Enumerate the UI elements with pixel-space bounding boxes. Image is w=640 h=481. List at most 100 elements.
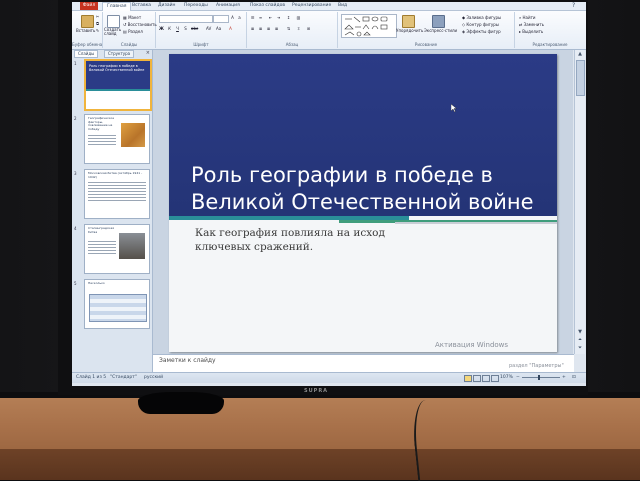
- tab-slideshow[interactable]: Показ слайдов: [250, 3, 285, 8]
- font-color-button[interactable]: A: [228, 26, 233, 31]
- shadow-button[interactable]: S: [183, 26, 188, 31]
- monitor-brand-logo: SUPRA: [304, 388, 329, 394]
- numbering-icon[interactable]: ≡: [258, 15, 263, 20]
- reading-view-icon[interactable]: [482, 375, 490, 382]
- next-slide-icon[interactable]: ⏷: [576, 344, 584, 352]
- scroll-down-icon[interactable]: ▼: [576, 328, 584, 336]
- slideshow-view-icon[interactable]: [491, 375, 499, 382]
- thumbnail-title: Несколько: [88, 281, 105, 285]
- tab-review[interactable]: Рецензирование: [292, 3, 331, 8]
- status-zoom[interactable]: 107%: [500, 375, 513, 380]
- slide-editing-area: Роль географии в победе в Великой Отечес…: [153, 50, 573, 354]
- tab-view[interactable]: Вид: [338, 3, 347, 8]
- case-button[interactable]: Aa: [216, 26, 221, 31]
- status-slide-info: Слайд 1 из 5: [76, 375, 107, 380]
- slide-title[interactable]: Роль географии в победе в Великой Отечес…: [191, 162, 551, 216]
- shapes-gallery[interactable]: [341, 14, 397, 38]
- slide-subtitle[interactable]: Как география повлияла на исход ключевых…: [195, 226, 395, 254]
- slide-thumbnail-1[interactable]: 1 Роль географии в победе в Великой Отеч…: [74, 59, 152, 111]
- text-direction-icon[interactable]: ⇅: [286, 26, 291, 31]
- underline-button[interactable]: Ч: [175, 26, 180, 31]
- thumbnail-frame: Несколько: [84, 279, 150, 329]
- spacing-button[interactable]: AV: [206, 26, 211, 31]
- current-slide[interactable]: Роль географии в победе в Великой Отечес…: [169, 54, 557, 352]
- scroll-thumb[interactable]: [576, 60, 585, 96]
- prev-slide-icon[interactable]: ⏶: [576, 336, 584, 344]
- arrange-icon[interactable]: [402, 15, 415, 28]
- align-center-icon[interactable]: ≣: [258, 26, 263, 31]
- italic-button[interactable]: К: [167, 26, 172, 31]
- tab-transitions[interactable]: Переходы: [184, 3, 208, 8]
- replace-label: Заменить: [523, 22, 545, 27]
- slide-sorter-icon[interactable]: [473, 375, 481, 382]
- slide-accent-band-grey: [395, 222, 557, 224]
- fit-to-window-icon[interactable]: ⊡: [572, 375, 576, 380]
- columns-icon[interactable]: ▥: [296, 15, 301, 20]
- notes-pane[interactable]: Заметки к слайду раздел "Параметры": [153, 354, 574, 373]
- activation-hint: раздел "Параметры": [509, 363, 564, 369]
- justify-icon[interactable]: ≣: [274, 26, 279, 31]
- find-button[interactable]: ⌕ Найти: [519, 15, 536, 20]
- windows-activation-watermark: Активация Windows: [435, 341, 509, 349]
- select-button[interactable]: ▸ Выделить: [519, 29, 543, 34]
- tab-design[interactable]: Дизайн: [158, 3, 175, 8]
- paste-button[interactable]: Вставить: [76, 28, 95, 33]
- vertical-scrollbar[interactable]: ▲ ▼ ⏶ ⏷: [574, 50, 585, 354]
- copy-icon[interactable]: ⧉: [95, 21, 100, 26]
- cut-icon[interactable]: ✂: [95, 14, 100, 19]
- grow-font-icon[interactable]: A: [230, 15, 235, 20]
- bold-button[interactable]: Ж: [159, 26, 164, 31]
- font-size-combo[interactable]: [213, 15, 229, 23]
- slide-thumbnail-5[interactable]: 5 Несколько: [74, 279, 150, 329]
- find-label: Найти: [522, 15, 536, 20]
- new-slide-button[interactable]: Создать слайд: [104, 28, 124, 36]
- zoom-slider-knob[interactable]: [538, 375, 540, 380]
- thumbnail-title: Роль географии в победе в Великой Отечес…: [89, 64, 145, 72]
- tab-insert[interactable]: Вставка: [132, 3, 151, 8]
- group-label-slides: Слайды: [120, 42, 138, 47]
- shape-effects-label: Эффекты фигур: [466, 29, 501, 34]
- line-spacing-icon[interactable]: ↕: [286, 15, 291, 20]
- paste-icon[interactable]: [81, 15, 94, 28]
- align-text-icon[interactable]: ⇳: [296, 26, 301, 31]
- reset-button[interactable]: ↺ Восстановить: [123, 22, 157, 27]
- tab-outline-panel[interactable]: Структура: [104, 50, 135, 58]
- strike-button[interactable]: abc: [191, 26, 198, 31]
- zoom-in-icon[interactable]: +: [562, 375, 566, 380]
- align-left-icon[interactable]: ≣: [250, 26, 255, 31]
- scroll-up-icon[interactable]: ▲: [576, 50, 584, 58]
- shape-outline-button[interactable]: ◇ Контур фигуры: [462, 22, 499, 27]
- quick-styles-icon[interactable]: [432, 15, 445, 28]
- thumbnail-image: [121, 123, 145, 147]
- smartart-icon[interactable]: ⊞: [306, 26, 311, 31]
- tab-animation[interactable]: Анимация: [216, 3, 240, 8]
- slide-thumbnail-2[interactable]: 2 Географическое факторы, повлиявшие на …: [74, 114, 150, 164]
- shrink-font-icon[interactable]: a: [237, 15, 242, 20]
- normal-view-icon[interactable]: [464, 375, 472, 382]
- shape-effects-button[interactable]: ◈ Эффекты фигур: [462, 29, 501, 34]
- arrange-button[interactable]: Упорядочить: [396, 28, 423, 33]
- status-bar: Слайд 1 из 5 "Стандарт" русский 107% − +…: [72, 372, 586, 383]
- status-language[interactable]: русский: [144, 375, 163, 380]
- zoom-slider[interactable]: [522, 377, 560, 378]
- quick-styles-button[interactable]: Экспресс-стили: [424, 28, 457, 33]
- tab-file[interactable]: Файл: [80, 2, 98, 10]
- bullets-icon[interactable]: ☰: [250, 15, 255, 20]
- slides-panel: Слайды Структура × 1 Роль географии в по…: [72, 50, 153, 372]
- layout-button[interactable]: ▦ Макет: [123, 15, 141, 20]
- format-painter-icon[interactable]: ✎: [95, 28, 100, 33]
- slide-thumbnail-3[interactable]: 3 Московская битва (октябрь 1941 - 1942): [74, 169, 150, 219]
- zoom-out-icon[interactable]: −: [516, 375, 520, 380]
- increase-indent-icon[interactable]: ⇥: [276, 15, 281, 20]
- slide-thumbnail-4[interactable]: 4 Сталинградская битва: [74, 224, 150, 274]
- align-right-icon[interactable]: ≣: [266, 26, 271, 31]
- help-icon[interactable]: ?: [572, 2, 575, 9]
- shape-fill-button[interactable]: ◆ Заливка фигуры: [462, 15, 501, 20]
- replace-button[interactable]: ⇄ Заменить: [519, 22, 544, 27]
- close-panel-icon[interactable]: ×: [146, 50, 150, 56]
- tab-home[interactable]: Главная: [102, 2, 132, 11]
- font-name-combo[interactable]: [159, 15, 213, 23]
- tab-slides-panel[interactable]: Слайды: [74, 50, 99, 58]
- decrease-indent-icon[interactable]: ⇤: [268, 15, 273, 20]
- section-button[interactable]: ▤ Раздел: [123, 29, 143, 34]
